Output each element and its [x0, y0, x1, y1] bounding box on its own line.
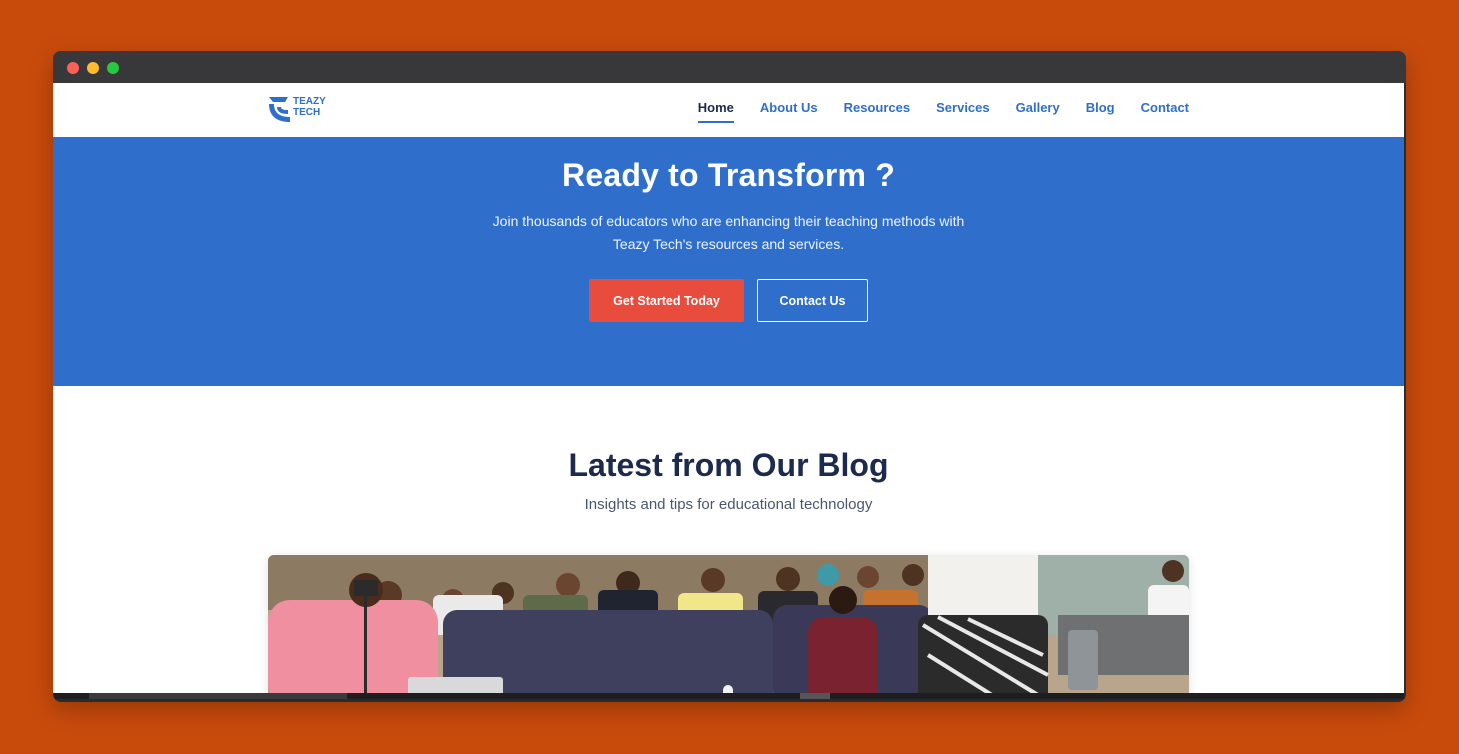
nav-home[interactable]: Home	[697, 100, 734, 123]
nav-contact[interactable]: Contact	[1141, 100, 1189, 123]
hero-subtitle: Join thousands of educators who are enha…	[53, 210, 1404, 256]
logo-mark-icon	[269, 97, 290, 122]
scrollbar-thumb[interactable]	[89, 693, 347, 699]
hero-title: Ready to Transform ?	[562, 157, 895, 193]
nav-gallery[interactable]: Gallery	[1016, 100, 1060, 123]
blog-section-title: Latest from Our Blog	[568, 447, 889, 483]
logo-text: TEAZY TECH	[293, 96, 326, 118]
blog-section-subtitle: Insights and tips for educational techno…	[584, 496, 873, 513]
blog-post-image[interactable]	[268, 555, 1189, 699]
cta-hero-section: Ready to Transform ? Join thousands of e…	[53, 137, 1404, 386]
nav-about-us[interactable]: About Us	[760, 100, 818, 123]
nav-services[interactable]: Services	[936, 100, 990, 123]
logo-text-line2: TECH	[293, 107, 321, 118]
nav-resources[interactable]: Resources	[844, 100, 910, 123]
minimize-window-button[interactable]	[87, 62, 99, 74]
site-navbar: TEAZY TECH Home About Us Resources Servi…	[53, 83, 1404, 137]
close-window-button[interactable]	[67, 62, 79, 74]
page-viewport: TEAZY TECH Home About Us Resources Servi…	[53, 83, 1404, 699]
site-logo[interactable]: TEAZY TECH	[268, 95, 338, 125]
browser-window: TEAZY TECH Home About Us Resources Servi…	[53, 51, 1406, 702]
logo-text-line1: TEAZY	[293, 96, 326, 107]
hero-subtitle-line2: Teazy Tech's resources and services.	[612, 236, 845, 252]
contact-us-button[interactable]: Contact Us	[757, 279, 868, 322]
main-nav: Home About Us Resources Services Gallery…	[697, 100, 1189, 123]
window-titlebar	[53, 51, 1406, 83]
nav-blog[interactable]: Blog	[1086, 100, 1115, 123]
get-started-button[interactable]: Get Started Today	[589, 279, 744, 322]
classroom-photo	[268, 555, 1189, 699]
maximize-window-button[interactable]	[107, 62, 119, 74]
scrollbar-thumb-secondary[interactable]	[800, 693, 830, 699]
horizontal-scrollbar[interactable]	[53, 693, 1404, 699]
hero-subtitle-line1: Join thousands of educators who are enha…	[492, 213, 965, 229]
